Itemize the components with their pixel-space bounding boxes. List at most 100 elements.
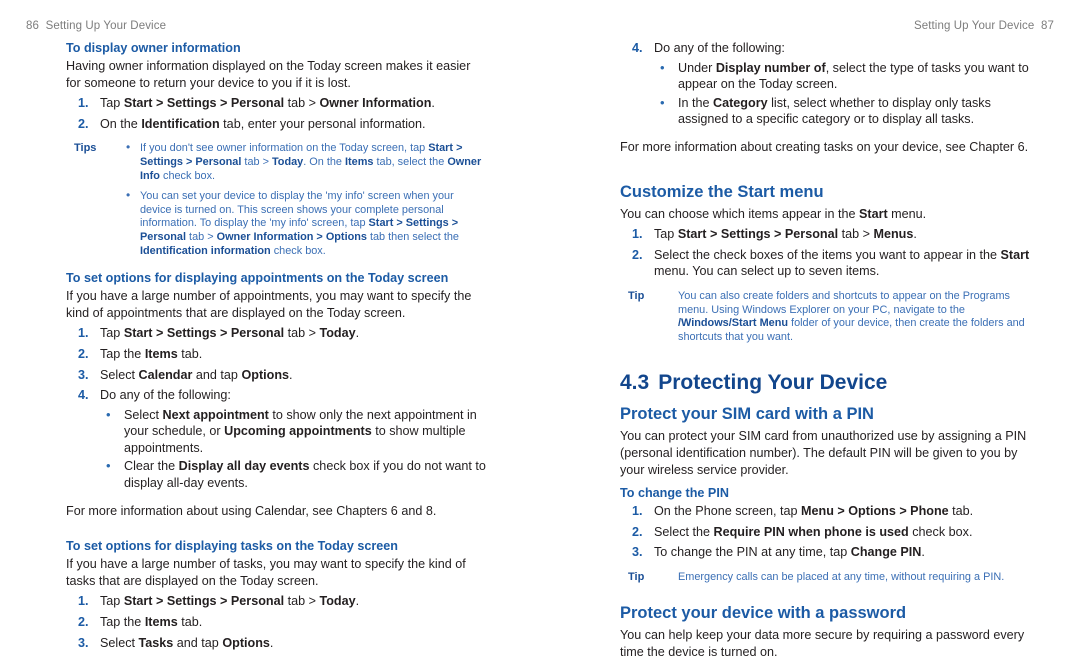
bullet-icon: • (106, 458, 111, 474)
tips-block-owner-info: Tips • If you don't see owner information… (66, 140, 486, 258)
tip-block-emergency-calls: Tip Emergency calls can be placed at any… (620, 571, 1040, 585)
running-head-right: Setting Up Your Device 87 (914, 20, 1054, 32)
step-text: Select the check boxes of the items you … (654, 247, 1030, 279)
steps-tasks: 1. Tap Start > Settings > Personal tab > … (66, 593, 486, 651)
list-item: 1. Tap Start > Settings > Personal tab > … (66, 325, 486, 342)
list-item: • In the Category list, select whether to… (654, 95, 1040, 128)
heading-tasks-options: To set options for displaying tasks on t… (66, 539, 398, 554)
step-text: Select Calendar and tap Options. (100, 367, 293, 382)
steps-appointments: 1. Tap Start > Settings > Personal tab > … (66, 325, 486, 491)
heading-protect-device-password: Protect your device with a password (620, 604, 907, 623)
paragraph-sim-pin-intro: You can protect your SIM card from unaut… (620, 429, 1027, 477)
tip-text: You can set your device to display the '… (140, 190, 459, 257)
step-number: 2. (632, 524, 643, 539)
tip-text: Emergency calls can be placed at any tim… (678, 570, 1005, 583)
step-number: 4. (632, 41, 643, 55)
paragraph-owner-info-intro: Having owner information displayed on th… (66, 59, 471, 90)
list-item: 2. Tap the Items tab. (66, 614, 486, 631)
tips-list: • If you don't see owner information on t… (124, 140, 486, 258)
paragraph-appointments-intro: If you have a large number of appointmen… (66, 289, 472, 320)
substep-text: In the Category list, select whether to … (678, 95, 991, 127)
heading-customize-start-menu: Customize the Start menu (620, 182, 824, 201)
bullet-icon: • (126, 188, 131, 203)
list-item: 3. To change the PIN at any time, tap Cha… (620, 544, 1040, 561)
steps-start-menu: 1. Tap Start > Settings > Personal tab > … (620, 226, 1040, 280)
running-head-left-title: Setting Up Your Device (45, 20, 167, 32)
tip-label: Tip (628, 570, 645, 583)
paragraph-calendar-footnote: For more information about using Calenda… (66, 503, 437, 518)
step-number: 1. (78, 326, 89, 341)
step-number: 4. (78, 388, 89, 403)
manual-page: 86 Setting Up Your Device Setting Up You… (0, 0, 1080, 663)
list-item: 2. Select the Require PIN when phone is u… (620, 524, 1040, 541)
step-number: 1. (78, 594, 89, 609)
step-text: Do any of the following: (100, 388, 231, 403)
tip-text: If you don't see owner information on th… (140, 142, 482, 182)
list-item: • If you don't see owner information on t… (124, 140, 486, 183)
list-item: • You can set your device to display the … (124, 188, 486, 258)
step-number: 3. (78, 635, 89, 650)
step-text: Tap the Items tab. (100, 615, 203, 630)
step-text: Tap Start > Settings > Personal tab > To… (100, 594, 360, 609)
tip-text: You can also create folders and shortcut… (678, 289, 1025, 343)
step-text: Select the Require PIN when phone is use… (654, 524, 973, 539)
step-number: 1. (78, 96, 89, 111)
paragraph-password-intro: You can help keep your data more secure … (620, 628, 1025, 660)
list-item: 1. Tap Start > Settings > Personal tab > … (620, 226, 1040, 243)
step-text: To change the PIN at any time, tap Chang… (654, 545, 925, 560)
bullet-icon: • (660, 59, 665, 75)
list-item: 1. Tap Start > Settings > Personal tab > … (66, 593, 486, 610)
list-item: 1. Tap Start > Settings > Personal tab > … (66, 95, 486, 112)
heading-change-the-pin: To change the PIN (620, 486, 729, 501)
substep-text: Under Display number of, select the type… (678, 60, 1029, 92)
heading-appointments-options: To set options for displaying appointmen… (66, 271, 449, 286)
list-item: 2. Select the check boxes of the items yo… (620, 247, 1040, 280)
step-number: 2. (632, 247, 643, 262)
list-item: 4. Do any of the following: • Select Next … (66, 387, 486, 492)
step-number: 2. (78, 346, 89, 361)
list-item: 4. Do any of the following: • Under Displa… (620, 40, 1040, 128)
list-item: 3. Select Calendar and tap Options. (66, 367, 486, 384)
paragraph-start-menu-intro: You can choose which items appear in the… (620, 206, 927, 221)
bullet-icon: • (126, 140, 131, 155)
step-number: 3. (632, 545, 643, 560)
running-head-left: 86 Setting Up Your Device (26, 20, 166, 32)
substeps-tasks: • Under Display number of, select the typ… (654, 60, 1040, 128)
page-number-right: 87 (1041, 20, 1054, 32)
step-text: Select Tasks and tap Options. (100, 635, 274, 650)
bullet-icon: • (660, 94, 665, 110)
heading-protect-sim-card: Protect your SIM card with a PIN (620, 405, 874, 424)
paragraph-tasks-footnote: For more information about creating task… (620, 139, 1029, 154)
heading-display-owner-information: To display owner information (66, 41, 241, 55)
steps-change-pin: 1. On the Phone screen, tap Menu > Option… (620, 503, 1040, 561)
list-item: • Clear the Display all day events check … (100, 458, 486, 491)
list-item: 3. Select Tasks and tap Options. (66, 635, 486, 652)
step-number: 1. (632, 504, 643, 519)
list-item: 2. On the Identification tab, enter your … (66, 116, 486, 133)
step-number: 2. (78, 116, 89, 131)
step-number: 3. (78, 367, 89, 382)
list-item: 2. Tap the Items tab. (66, 346, 486, 363)
steps-owner-info: 1. Tap Start > Settings > Personal tab > … (66, 95, 486, 132)
tip-label: Tip (628, 289, 645, 302)
running-head-right-title: Setting Up Your Device (913, 20, 1035, 32)
bullet-icon: • (106, 406, 111, 422)
section-heading-protecting-your-device: 4.3 Protecting Your Device (620, 370, 1040, 396)
step-text: Tap Start > Settings > Personal tab > Ow… (100, 96, 435, 111)
step-text: Tap Start > Settings > Personal tab > To… (100, 326, 360, 341)
list-item: • Under Display number of, select the typ… (654, 60, 1040, 93)
list-item: • Select Next appointment to show only th… (100, 407, 486, 457)
substep-text: Clear the Display all day events check b… (124, 459, 486, 491)
step-number: 1. (632, 227, 643, 242)
step-text: Do any of the following: (654, 41, 785, 55)
right-column: 4. Do any of the following: • Under Displa… (620, 40, 1040, 661)
step-text: Tap Start > Settings > Personal tab > Me… (654, 227, 917, 242)
tip-block-start-menu: Tip You can also create folders and shor… (620, 290, 1040, 344)
substeps-appointments: • Select Next appointment to show only th… (100, 407, 486, 492)
left-column: To display owner information Having owne… (66, 40, 486, 655)
substep-text: Select Next appointment to show only the… (124, 407, 477, 455)
page-number-left: 86 (26, 20, 39, 32)
tips-label: Tips (74, 142, 97, 155)
section-number: 4.3 (620, 371, 650, 395)
steps-tasks-continued: 4. Do any of the following: • Under Displa… (620, 40, 1040, 128)
